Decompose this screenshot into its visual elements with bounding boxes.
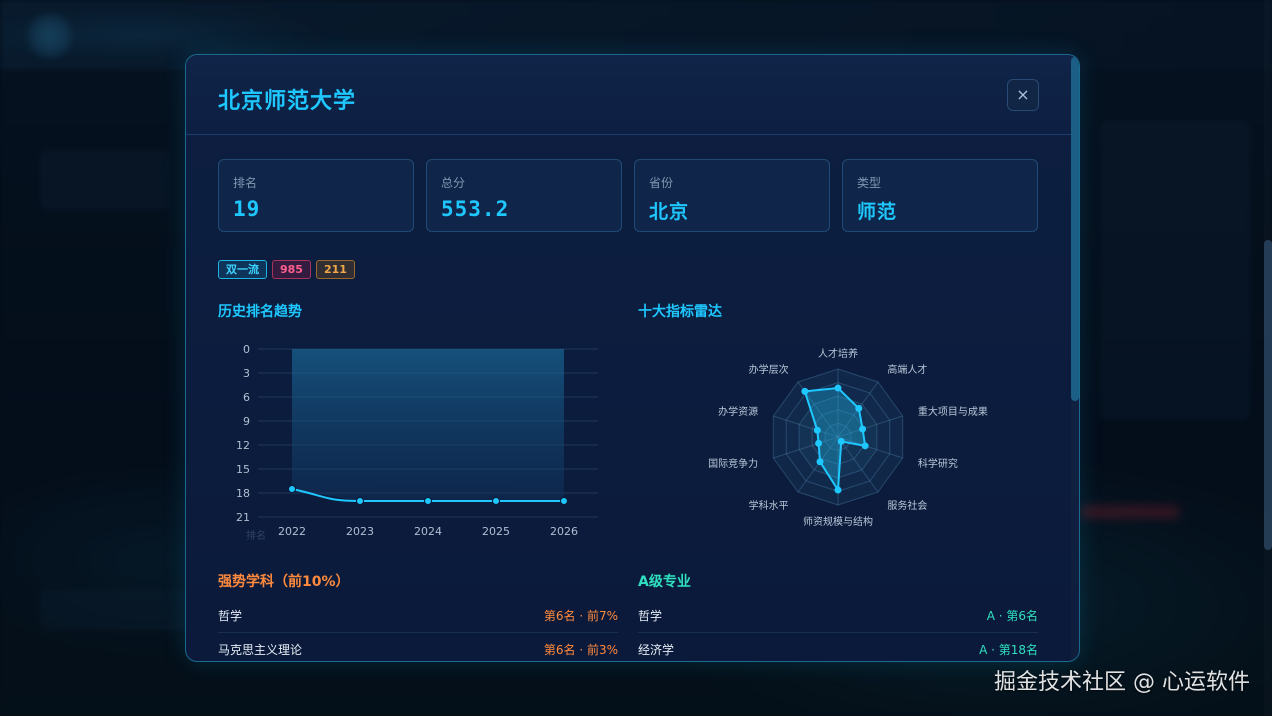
tag-double-first-class: 双一流 [218, 260, 267, 279]
modal-header: 北京师范大学 × [186, 55, 1079, 135]
radar-point [816, 458, 824, 466]
radar-section-title: 十大指标雷达 [638, 304, 722, 320]
major-grade: A · 第6名 [986, 609, 1038, 623]
radar-indicator-label: 师资规模与结构 [803, 515, 873, 528]
radar-point [861, 442, 869, 450]
radar-point [801, 387, 809, 395]
radar-point [837, 437, 845, 445]
major-grade: A · 第18名 [979, 643, 1038, 657]
stat-label: 类型 [857, 176, 882, 190]
a-majors-title: A级专业 [638, 574, 691, 590]
subject-name: 哲学 [218, 609, 243, 623]
major-name: 哲学 [638, 609, 663, 623]
stat-value: 553.2 [441, 197, 510, 221]
data-point [424, 497, 432, 505]
indicator-radar-chart[interactable]: 人才培养高端人才重大项目与成果科学研究服务社会师资规模与结构 学科水平 国际竞争力 办… [638, 331, 1038, 551]
rank-trend-chart[interactable]: 0 3 6 9 12 15 18 21 2022 2023 2024 2025 2026 排名 [218, 331, 618, 551]
y-axis-label: 排名 [246, 529, 266, 542]
stat-label: 省份 [649, 176, 674, 190]
stat-card-province: 省份 北京 [634, 159, 830, 232]
radar-indicator-label: 办学资源 [718, 405, 758, 418]
close-button[interactable]: × [1007, 79, 1039, 111]
data-point [560, 497, 568, 505]
stat-label: 总分 [441, 176, 466, 190]
x-tick-label: 2024 [414, 525, 442, 538]
y-tick-label: 9 [243, 415, 250, 428]
watermark: 掘金技术社区 @ 心运软件 [994, 670, 1250, 695]
strong-subjects-list: 哲学 第6名 · 前7% 马克思主义理论 第6名 · 前3% [218, 599, 618, 661]
data-point [492, 497, 500, 505]
y-tick-label: 6 [243, 391, 250, 404]
page-scrollbar[interactable] [1264, 0, 1272, 716]
radar-indicator-label: 高端人才 [887, 363, 927, 376]
y-tick-label: 0 [243, 343, 250, 356]
radar-indicator-label: 国际竞争力 [708, 457, 758, 470]
stat-card-score: 总分 553.2 [426, 159, 622, 232]
radar-point [834, 486, 842, 494]
radar-indicator-label: 科学研究 [918, 457, 958, 470]
university-detail-modal: 北京师范大学 × 排名 19 总分 553.2 省份 北京 类型 师范 双一流 … [185, 54, 1080, 662]
radar-point [834, 384, 842, 392]
stat-value: 北京 [649, 201, 690, 223]
radar-point [855, 404, 863, 412]
y-tick-label: 3 [243, 367, 250, 380]
a-majors-list: 哲学 A · 第6名 经济学 A · 第18名 [638, 599, 1038, 661]
data-point [288, 485, 296, 493]
major-name: 经济学 [638, 643, 675, 657]
tag-list: 双一流 985 211 [218, 260, 355, 279]
stat-card-type: 类型 师范 [842, 159, 1038, 232]
y-tick-label: 18 [236, 487, 250, 500]
radar-indicator-label: 服务社会 [887, 499, 927, 512]
list-item[interactable]: 哲学 第6名 · 前7% [218, 599, 618, 633]
strong-subjects-title: 强势学科（前10%） [218, 574, 350, 590]
radar-point [815, 439, 823, 447]
area-fill [292, 349, 564, 501]
modal-title: 北京师范大学 [218, 89, 357, 114]
radar-indicator-label: 人才培养 [818, 347, 858, 360]
radar-point [813, 426, 821, 434]
radar-indicator-label: 重大项目与成果 [918, 405, 988, 418]
subject-rank: 第6名 · 前3% [543, 643, 618, 657]
y-tick-label: 15 [236, 463, 250, 476]
radar-indicator-label: 办学层次 [749, 363, 789, 376]
modal-scrollbar[interactable] [1071, 55, 1079, 661]
tag-985: 985 [272, 260, 311, 279]
list-item[interactable]: 哲学 A · 第6名 [638, 599, 1038, 633]
subject-rank: 第6名 · 前7% [543, 609, 618, 623]
subject-name: 马克思主义理论 [218, 643, 303, 657]
x-tick-label: 2025 [482, 525, 510, 538]
stat-card-rank: 排名 19 [218, 159, 414, 232]
modal-scrollbar-thumb[interactable] [1071, 57, 1079, 401]
stats-row: 排名 19 总分 553.2 省份 北京 类型 师范 [218, 159, 1038, 232]
x-tick-label: 2026 [550, 525, 578, 538]
data-point [356, 497, 364, 505]
x-tick-label: 2023 [346, 525, 374, 538]
radar-point [859, 425, 867, 433]
y-tick-label: 12 [236, 439, 250, 452]
x-tick-label: 2022 [278, 525, 306, 538]
list-item[interactable]: 马克思主义理论 第6名 · 前3% [218, 633, 618, 661]
history-section-title: 历史排名趋势 [218, 304, 302, 320]
stat-value: 19 [233, 197, 261, 221]
stat-value: 师范 [857, 201, 898, 223]
tag-211: 211 [315, 260, 355, 279]
page-scrollbar-thumb[interactable] [1264, 240, 1272, 550]
list-item[interactable]: 经济学 A · 第18名 [638, 633, 1038, 661]
radar-indicator-label: 学科水平 [749, 499, 789, 512]
y-tick-label: 21 [236, 511, 250, 524]
stat-label: 排名 [233, 176, 258, 190]
